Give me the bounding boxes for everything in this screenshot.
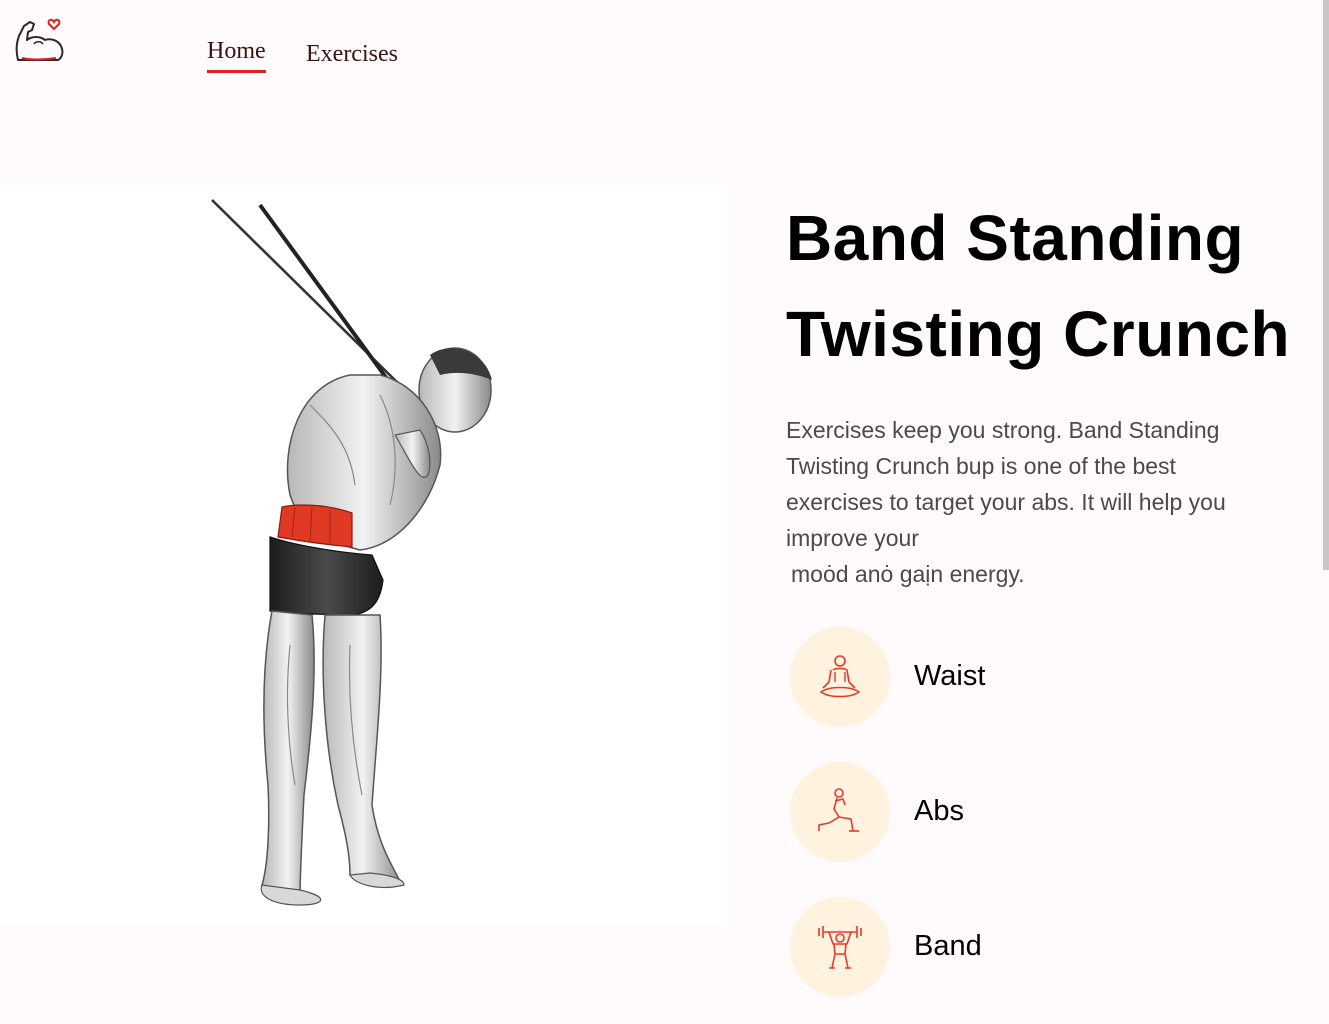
exercise-description: Exercises keep you strong. Band Standing… (786, 412, 1276, 592)
lunge-stretch-icon (818, 788, 859, 832)
detail-icon-circle (790, 897, 890, 997)
exercise-illustration (210, 198, 492, 906)
weightlifter-icon (818, 926, 862, 969)
exercise-title: Band Standing Twisting Crunch (786, 190, 1316, 382)
navbar: Home Exercises (0, 0, 1329, 110)
nav-home-link[interactable]: Home (207, 38, 266, 73)
flexed-arm-heart-icon (15, 18, 64, 61)
description-main: Exercises keep you strong. Band Standing… (786, 417, 1226, 551)
exercise-title-line1: Band Standing (786, 202, 1245, 274)
detail-label-waist: Waist (914, 660, 986, 692)
scrollbar-thumb[interactable] (1323, 0, 1329, 570)
exercise-detail-panel: Band Standing Twisting Crunch Exercises … (786, 190, 1316, 997)
detail-equipment: Band (790, 897, 1190, 997)
page: Home Exercises Band Standing Twisting Cr… (0, 0, 1329, 1024)
detail-body-part: Waist (790, 627, 1190, 727)
exercise-title-line2: Twisting Crunch (786, 298, 1291, 370)
description-tail: moȯd anȯ gaịn energy. (791, 561, 1025, 587)
detail-target: Abs (790, 762, 1190, 862)
exercise-image (0, 185, 727, 925)
detail-label-abs: Abs (914, 795, 964, 827)
detail-icon-circle (790, 762, 890, 862)
logo-link[interactable] (14, 14, 66, 68)
meditation-icon (819, 655, 861, 698)
nav-exercises-link[interactable]: Exercises (306, 41, 398, 68)
detail-label-band: Band (914, 930, 982, 962)
detail-icon-circle (790, 627, 890, 727)
